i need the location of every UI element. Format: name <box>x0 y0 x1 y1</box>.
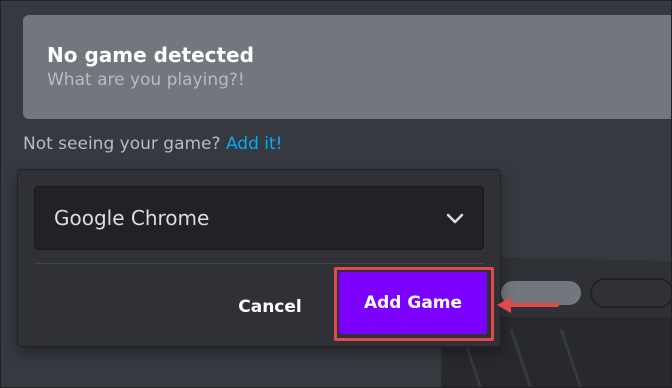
not-seeing-game-hint: Not seeing your game? Add it! <box>23 131 282 157</box>
hint-text: Not seeing your game? <box>23 134 221 154</box>
game-activity-panel: No game detected What are you playing?! … <box>0 0 672 388</box>
cancel-button[interactable]: Cancel <box>223 288 317 326</box>
pointer-arrow-icon <box>497 297 559 313</box>
no-game-subtitle: What are you playing?! <box>47 70 245 90</box>
game-select-dropdown[interactable]: Google Chrome <box>34 186 484 250</box>
no-game-detected-card: No game detected What are you playing?! <box>23 15 671 119</box>
selected-game-value: Google Chrome <box>54 206 210 230</box>
add-game-button[interactable]: Add Game <box>339 272 487 334</box>
add-it-link[interactable]: Add it! <box>226 134 283 154</box>
popup-divider <box>34 263 484 264</box>
chevron-down-icon <box>446 213 464 224</box>
no-game-title: No game detected <box>47 43 254 67</box>
